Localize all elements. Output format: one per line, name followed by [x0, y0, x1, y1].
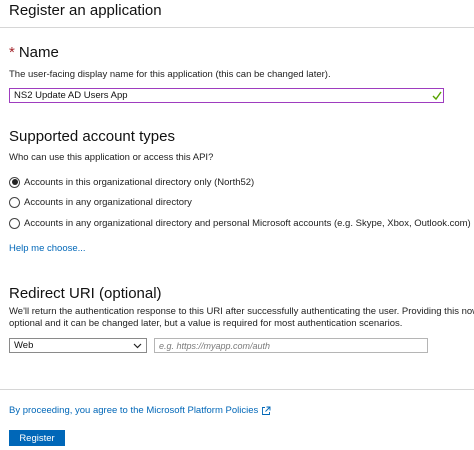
account-types-question: Who can use this application or access t… — [9, 152, 214, 163]
external-link-icon — [262, 406, 271, 415]
chevron-down-icon — [133, 343, 142, 348]
name-heading: * Name — [9, 44, 59, 61]
redirect-description-line2: optional and it can be changed later, bu… — [9, 318, 403, 329]
redirect-description-line1: We'll return the authentication response… — [9, 306, 474, 317]
name-heading-label: Name — [18, 44, 59, 61]
name-helper-text: The user-facing display name for this ap… — [9, 69, 331, 80]
check-icon — [432, 91, 442, 101]
redirect-uri-input[interactable] — [154, 338, 428, 353]
account-types-heading: Supported account types — [9, 128, 175, 145]
radio-option-multi-tenant-personal[interactable]: Accounts in any organizational directory… — [9, 216, 471, 230]
required-marker: * — [9, 44, 15, 61]
radio-label: Accounts in this organizational director… — [24, 176, 255, 188]
policy-row: By proceeding, you agree to the Microsof… — [9, 405, 271, 416]
platform-select[interactable]: Web — [9, 338, 147, 353]
app-name-input[interactable] — [9, 88, 444, 103]
footer-divider — [0, 389, 474, 390]
radio-option-single-tenant[interactable]: Accounts in this organizational director… — [9, 175, 254, 189]
radio-option-multi-tenant[interactable]: Accounts in any organizational directory — [9, 195, 192, 209]
redirect-uri-heading: Redirect URI (optional) — [9, 285, 162, 302]
help-me-choose-link[interactable]: Help me choose... — [9, 243, 86, 254]
radio-label: Accounts in any organizational directory — [24, 196, 192, 208]
register-button[interactable]: Register — [9, 430, 65, 446]
radio-button[interactable] — [9, 217, 20, 229]
radio-label: Accounts in any organizational directory… — [24, 217, 471, 229]
page-title: Register an application — [9, 2, 162, 19]
platform-policies-link[interactable]: By proceeding, you agree to the Microsof… — [9, 405, 258, 416]
platform-select-value: Web — [14, 340, 34, 351]
title-divider — [0, 27, 474, 28]
radio-button[interactable] — [9, 196, 20, 208]
radio-button-selected[interactable] — [9, 176, 20, 188]
radio-dot — [11, 179, 18, 185]
